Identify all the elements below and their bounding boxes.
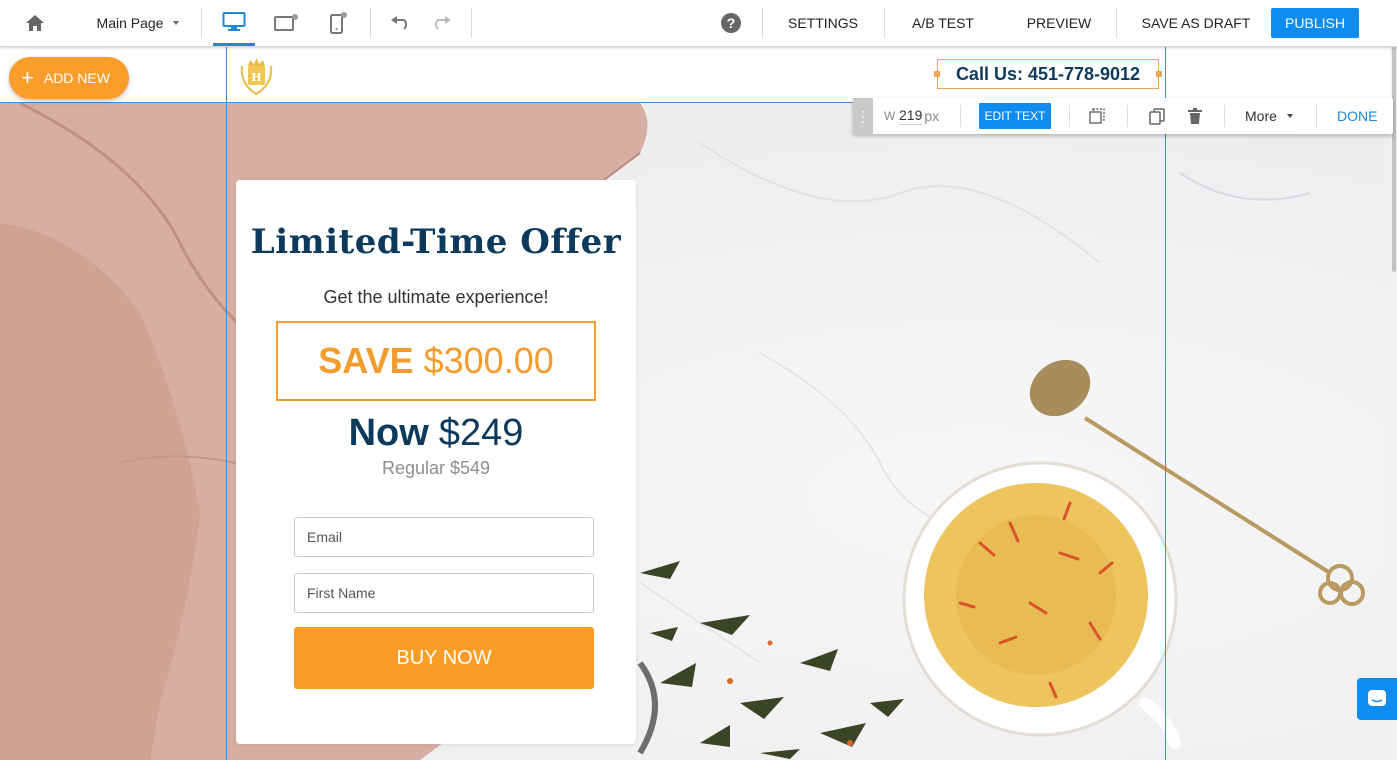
now-label: Now [348,412,429,454]
redo-icon [435,16,451,30]
now-price: $249 [438,412,524,454]
save-label: SAVE [318,340,414,381]
layout-guide-right [1165,47,1166,760]
offer-card[interactable]: Limited-Time Offer Get the ultimate expe… [236,180,636,744]
width-value: 219 [899,107,923,125]
publish-button[interactable]: PUBLISH [1271,8,1359,38]
layout-guide-left [226,47,227,760]
mobile-icon [330,12,347,34]
width-unit: px [924,108,940,124]
width-label: W [884,109,896,123]
savings-box: SAVE $300.00 [276,321,596,401]
crest-logo-icon: H [240,58,273,96]
done-button[interactable]: DONE [1337,98,1377,134]
more-label: More [1245,108,1277,124]
layers-icon [1089,108,1105,124]
ab-test-label: A/B TEST [912,15,974,31]
settings-label: SETTINGS [787,15,858,31]
divider [471,8,472,38]
preview-label: PREVIEW [1026,15,1092,31]
tablet-icon [274,14,298,31]
divider [1127,105,1128,127]
email-field[interactable] [294,517,594,557]
svg-text:H: H [251,71,261,84]
divider [960,105,961,127]
chevron-down-icon [173,21,180,25]
chevron-down-icon [1286,114,1293,118]
more-menu[interactable]: More [1245,98,1293,134]
home-button[interactable] [18,0,52,46]
divider [1224,105,1225,127]
svg-text:?: ? [727,15,736,31]
scrollbar-thumb[interactable] [1392,47,1396,272]
ab-test-button[interactable]: A/B TEST [898,0,988,46]
plus-icon: + [21,65,34,90]
arrange-button[interactable] [1089,98,1105,134]
hero-background-image[interactable] [0,103,1397,760]
tablet-view-button[interactable] [268,0,304,46]
drag-handle[interactable]: ⋮ [853,98,873,134]
width-input[interactable]: 219 px [899,98,939,134]
page-header-section[interactable] [0,47,1397,103]
edit-text-button[interactable]: EDIT TEXT [979,103,1051,129]
divider [1316,105,1317,127]
mobile-view-button[interactable] [322,0,354,46]
save-as-draft-label: SAVE AS DRAFT [1141,15,1251,31]
trash-icon [1188,108,1202,124]
page-scrollbar[interactable] [1391,47,1397,760]
desktop-view-button[interactable] [213,0,255,46]
buy-now-button[interactable]: BUY NOW [294,627,594,689]
delete-button[interactable] [1188,98,1202,134]
redo-button[interactable] [426,0,456,46]
page-selector[interactable]: Main Page [88,0,188,46]
add-new-label: ADD NEW [43,70,110,86]
top-toolbar: Main Page ? SETTINGS A/B TEST PREVIEW SA… [0,0,1397,47]
offer-title: Limited-Time Offer [250,222,622,262]
home-icon [26,15,44,31]
divider [1069,105,1070,127]
page-selector-label: Main Page [96,15,164,31]
help-icon: ? [721,13,741,33]
save-as-draft-button[interactable]: SAVE AS DRAFT [1132,0,1260,46]
regular-price: Regular $549 [381,458,491,478]
add-new-button[interactable]: + ADD NEW [9,57,129,99]
chat-widget-button[interactable] [1357,678,1397,720]
call-us-text: Call Us: 451-778-9012 [955,63,1141,84]
brand-logo[interactable]: H [238,56,275,96]
drag-dots-icon: ⋮ [856,107,870,124]
divider [370,8,371,38]
divider [884,8,885,38]
settings-button[interactable]: SETTINGS [778,0,868,46]
help-button[interactable]: ? [716,0,746,46]
editor-canvas: + ADD NEW H Call Us: 451-778-9012 ⋮ W 21… [0,47,1397,760]
now-price-line: Now $249 [236,412,636,455]
preview-button[interactable]: PREVIEW [1016,0,1102,46]
divider [1116,8,1117,38]
copy-icon [1149,107,1165,125]
undo-button[interactable] [386,0,416,46]
undo-icon [391,16,407,30]
chat-icon [1368,690,1386,706]
tea-scene-illustration [0,103,1365,760]
save-amount: $300.00 [423,340,554,381]
offer-subtitle: Get the ultimate experience! [323,287,549,307]
first-name-field[interactable] [294,573,594,613]
divider [762,8,763,38]
element-edit-toolbar: ⋮ W 219 px EDIT TEXT More DONE [853,98,1393,134]
call-us-text-block[interactable]: Call Us: 451-778-9012 [937,59,1159,89]
duplicate-button[interactable] [1149,98,1165,134]
divider [201,8,202,38]
desktop-icon [222,11,246,31]
